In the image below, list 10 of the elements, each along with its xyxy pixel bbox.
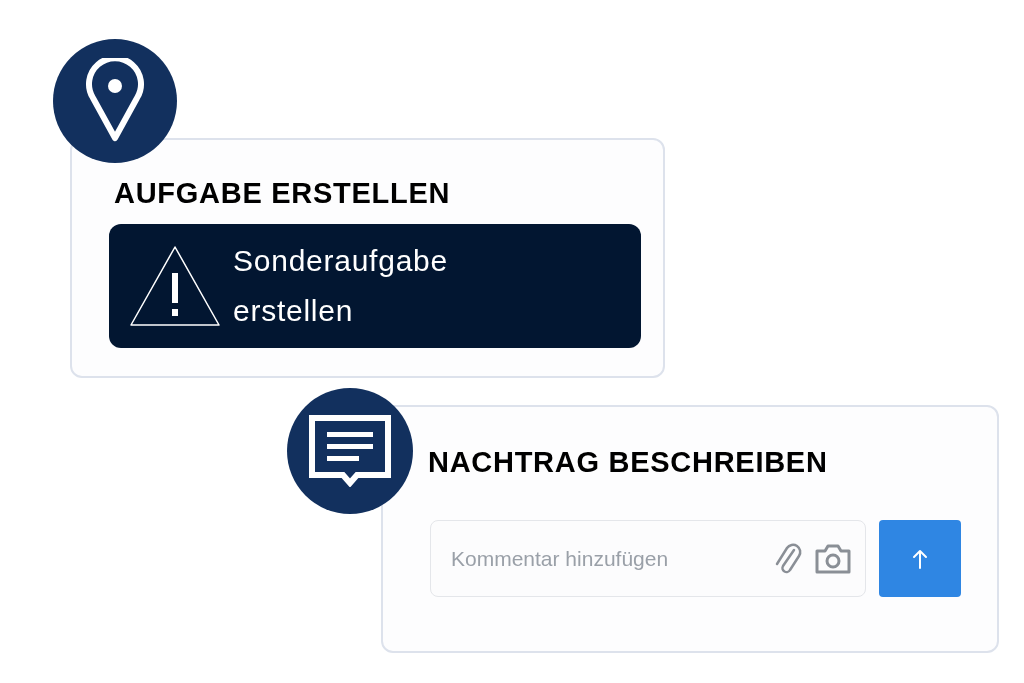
camera-icon[interactable] — [814, 542, 852, 575]
arrow-up-icon — [912, 548, 928, 569]
special-task-button[interactable]: Sonderaufgabe erstellen — [109, 224, 641, 348]
speech-bubble-icon — [309, 415, 391, 487]
paperclip-icon[interactable] — [774, 541, 802, 576]
warning-icon — [129, 245, 221, 327]
card-title: NACHTRAG BESCHREIBEN — [428, 445, 829, 479]
map-pin-icon — [85, 58, 145, 144]
card-title: AUFGABE ERSTELLEN — [114, 176, 452, 210]
comment-field[interactable]: Kommentar hinzufügen — [430, 520, 866, 597]
